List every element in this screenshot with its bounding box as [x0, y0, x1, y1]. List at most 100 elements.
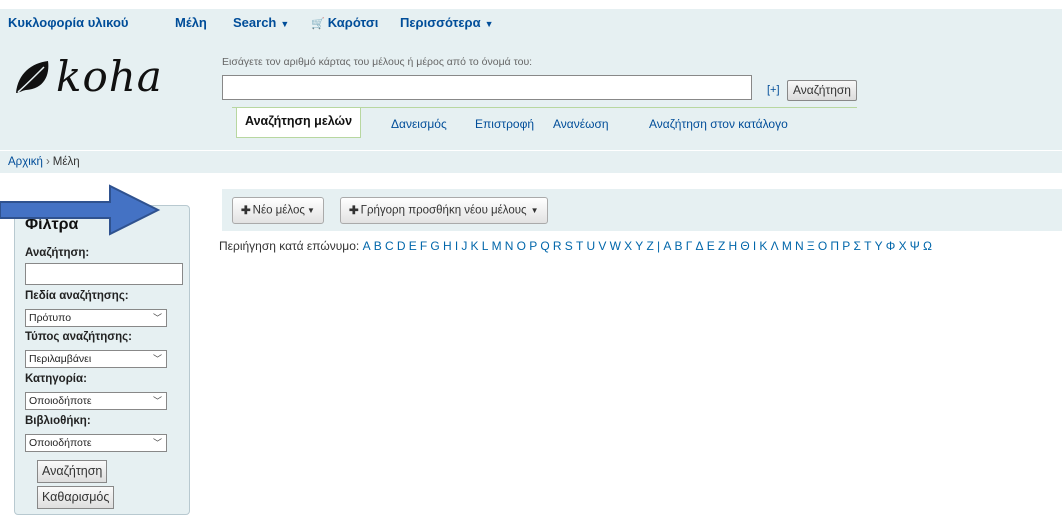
alphabet-separator: | [657, 239, 661, 253]
nav-patrons[interactable]: Μέλη [175, 15, 207, 30]
browse-letter-link[interactable]: W [610, 239, 621, 253]
browse-letter-link[interactable]: D [397, 239, 406, 253]
tab-checkin[interactable]: Επιστροφή [475, 117, 534, 131]
search-fields-value: Πρότυπο [29, 312, 72, 324]
browse-letter-link[interactable]: Ρ [842, 239, 850, 253]
browse-letter-link[interactable]: Α [663, 239, 671, 253]
browse-letter-link[interactable]: Χ [899, 239, 907, 253]
browse-letter-link[interactable]: N [505, 239, 514, 253]
tab-renew[interactable]: Ανανέωση [553, 117, 609, 131]
member-search-input[interactable] [222, 75, 752, 100]
browse-letter-link[interactable]: Z [647, 239, 654, 253]
new-patron-label: Νέο μέλος [252, 204, 305, 217]
browse-letter-link[interactable]: B [374, 239, 382, 253]
filter-clear-button[interactable]: Καθαρισμός [37, 486, 115, 509]
browse-letter-link[interactable]: Ζ [718, 239, 725, 253]
browse-letter-link[interactable]: C [385, 239, 394, 253]
logo-text: koha [56, 52, 163, 101]
chevron-down-icon: ﹀ [152, 313, 162, 323]
browse-letter-link[interactable]: Π [830, 239, 839, 253]
browse-by-surname: Περιήγηση κατά επώνυμο: ABCDEFGHIJKLMNOP… [219, 239, 935, 253]
browse-letter-link[interactable]: M [492, 239, 502, 253]
nav-search-label: Search [233, 15, 277, 30]
browse-letter-link[interactable]: Q [540, 239, 549, 253]
plus-icon: ✚ [349, 204, 359, 217]
browse-letter-link[interactable]: Ξ [807, 239, 815, 253]
browse-letter-link[interactable]: Ω [923, 239, 932, 253]
browse-letter-link[interactable]: Σ [853, 239, 860, 253]
category-value: Οποιοδήποτε [29, 395, 92, 407]
browse-letter-link[interactable]: R [553, 239, 562, 253]
quick-add-patron-button[interactable]: ✚ Γρήγορη προσθήκη νέου μέλους ▼ [340, 197, 548, 224]
tab-search-catalog[interactable]: Αναζήτηση στον κατάλογο [649, 117, 788, 131]
browse-letter-link[interactable]: E [409, 239, 417, 253]
browse-letter-link[interactable]: K [471, 239, 479, 253]
browse-letter-link[interactable]: Ψ [910, 239, 920, 253]
browse-letter-link[interactable]: P [529, 239, 537, 253]
browse-letter-link[interactable]: Ν [795, 239, 804, 253]
browse-letter-link[interactable]: L [482, 239, 489, 253]
tab-checkout[interactable]: Δανεισμός [391, 117, 447, 131]
advanced-search-toggle[interactable]: [+] [767, 84, 780, 96]
browse-letter-link[interactable]: G [430, 239, 439, 253]
browse-letter-link[interactable]: T [576, 239, 583, 253]
browse-letter-link[interactable]: Κ [759, 239, 767, 253]
tab-search-patrons[interactable]: Αναζήτηση μελών [236, 108, 362, 138]
browse-letter-link[interactable]: Η [728, 239, 737, 253]
browse-letter-link[interactable]: Θ [740, 239, 749, 253]
cart-icon: 🛒 [311, 18, 325, 30]
browse-letter-link[interactable]: Υ [875, 239, 883, 253]
koha-leaf-icon [16, 61, 49, 93]
caret-down-icon: ▼ [530, 206, 539, 215]
browse-letter-link[interactable]: F [420, 239, 427, 253]
filter-search-button[interactable]: Αναζήτηση [37, 460, 108, 483]
browse-letter-link[interactable]: Y [635, 239, 643, 253]
caret-down-icon: ▼ [306, 206, 315, 215]
browse-letter-link[interactable]: Φ [886, 239, 896, 253]
filter-search-label: Αναζήτηση: [25, 247, 90, 259]
search-submit-button[interactable]: Αναζήτηση [787, 80, 857, 101]
arrow-annotation-icon [0, 184, 161, 236]
search-fields-select[interactable]: Πρότυπο ﹀ [25, 309, 167, 327]
browse-letter-link[interactable]: X [624, 239, 632, 253]
nav-search[interactable]: Search ▼ [233, 15, 289, 30]
nav-more-label: Περισσότερα [400, 15, 481, 30]
nav-circulation[interactable]: Κυκλοφορία υλικού [8, 15, 128, 30]
browse-letter-link[interactable]: O [517, 239, 526, 253]
browse-letter-link[interactable]: J [461, 239, 467, 253]
koha-logo[interactable]: koha [14, 52, 163, 102]
greek-letter-links: ΑΒΓΔΕΖΗΘΙΚΛΜΝΞΟΠΡΣΤΥΦΧΨΩ [663, 239, 935, 253]
search-type-select[interactable]: Περιλαμβάνει ﹀ [25, 350, 167, 368]
nav-more[interactable]: Περισσότερα ▼ [400, 15, 494, 30]
browse-letter-link[interactable]: Λ [771, 239, 779, 253]
browse-letter-link[interactable]: Τ [864, 239, 871, 253]
category-select[interactable]: Οποιοδήποτε ﹀ [25, 392, 167, 410]
browse-letter-link[interactable]: S [565, 239, 573, 253]
browse-letter-link[interactable]: Δ [696, 239, 704, 253]
search-type-value: Περιλαμβάνει [29, 353, 92, 365]
chevron-down-icon: ﹀ [152, 438, 162, 448]
library-label: Βιβλιοθήκη: [25, 415, 91, 427]
library-select[interactable]: Οποιοδήποτε ﹀ [25, 434, 167, 452]
latin-letter-links: ABCDEFGHIJKLMNOPQRSTUVWXYZ [363, 239, 657, 253]
browse-letter-link[interactable]: I [455, 239, 458, 253]
browse-letter-link[interactable]: V [598, 239, 606, 253]
browse-letter-link[interactable]: U [587, 239, 596, 253]
browse-letter-link[interactable]: Ε [707, 239, 715, 253]
breadcrumb-home[interactable]: Αρχική [8, 156, 43, 168]
nav-cart[interactable]: 🛒 Καρότσι [311, 15, 378, 30]
browse-letter-link[interactable]: Ο [818, 239, 827, 253]
browse-letter-link[interactable]: Ι [753, 239, 756, 253]
search-fields-label: Πεδία αναζήτησης: [25, 290, 129, 302]
browse-letter-link[interactable]: Γ [686, 239, 693, 253]
search-hint: Εισάγετε τον αριθμό κάρτας του μέλους ή … [222, 56, 533, 68]
category-label: Κατηγορία: [25, 373, 87, 385]
browse-letter-link[interactable]: H [443, 239, 452, 253]
browse-letter-link[interactable]: Μ [782, 239, 792, 253]
new-patron-button[interactable]: ✚ Νέο μέλος ▼ [232, 197, 324, 224]
browse-letter-link[interactable]: A [363, 239, 371, 253]
browse-letter-link[interactable]: Β [675, 239, 683, 253]
browse-label: Περιήγηση κατά επώνυμο: [219, 239, 360, 253]
filter-search-input[interactable] [25, 263, 183, 285]
breadcrumb-separator: › [45, 156, 50, 168]
